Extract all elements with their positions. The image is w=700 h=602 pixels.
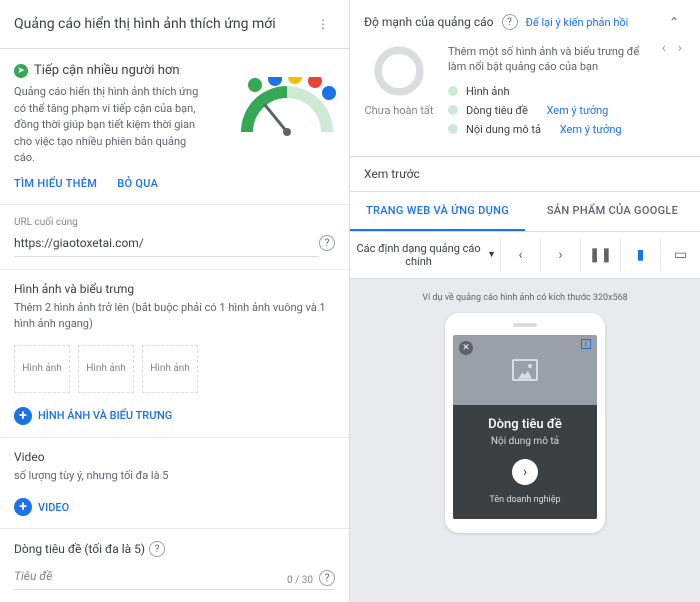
collapse-icon[interactable]: ⌃ — [662, 10, 686, 34]
skip-link[interactable]: BỎ QUA — [117, 177, 158, 190]
ad-close-icon: ✕ — [459, 341, 473, 355]
check-headline: Dòng tiêu đề — [466, 104, 528, 117]
add-video-button[interactable]: + VIDEO — [14, 498, 335, 516]
prev-hint-icon[interactable]: ‹ — [658, 40, 670, 56]
plus-icon: + — [14, 498, 32, 516]
final-url-input[interactable] — [14, 230, 319, 257]
help-icon[interactable]: ? — [319, 570, 335, 586]
caret-down-icon: ▼ — [487, 249, 496, 260]
check-dot-icon — [448, 105, 458, 115]
video-subtitle: số lượng tùy ý, nhưng tối đa là 5 — [14, 468, 335, 485]
ad-description: Nội dung mô tả — [459, 436, 591, 447]
check-images: Hình ảnh — [466, 85, 510, 98]
ad-preview: ✕ i Dòng tiêu đề Nội dung mô tả › Tên do… — [453, 335, 597, 519]
add-images-button[interactable]: + HÌNH ẢNH VÀ BIỂU TRƯNG — [14, 407, 335, 425]
idea-link[interactable]: Xem ý tưởng — [560, 123, 622, 136]
strength-ring-icon — [372, 44, 426, 98]
ad-info-icon: i — [581, 339, 591, 349]
pause-icon[interactable]: ❚❚ — [580, 237, 620, 273]
prev-preview-icon[interactable]: ‹ — [500, 237, 540, 273]
headline-title: Dòng tiêu đề (tối đa là 5) — [14, 542, 145, 556]
more-vert-icon[interactable]: ⋮ — [311, 12, 335, 36]
phone-mockup: ✕ i Dòng tiêu đề Nội dung mô tả › Tên do… — [445, 313, 605, 533]
strength-status: Chưa hoàn tất — [364, 104, 433, 117]
check-dot-icon — [448, 124, 458, 134]
help-icon[interactable]: ? — [319, 235, 335, 251]
images-title: Hình ảnh và biểu trưng — [14, 282, 335, 296]
idea-link[interactable]: Xem ý tưởng — [547, 104, 609, 117]
feedback-link[interactable]: Để lại ý kiến phản hồi — [526, 16, 629, 29]
desktop-icon[interactable]: ▭ — [660, 237, 700, 273]
images-subtitle: Thêm 2 hình ảnh trở lên (bắt buộc phải c… — [14, 300, 335, 333]
next-preview-icon[interactable]: › — [540, 237, 580, 273]
ad-headline: Dòng tiêu đề — [459, 417, 591, 432]
image-slot[interactable]: Hình ảnh — [78, 345, 134, 393]
learn-more-link[interactable]: TÌM HIỂU THÊM — [14, 177, 97, 190]
check-dot-icon — [448, 86, 458, 96]
image-placeholder-icon — [512, 359, 538, 381]
reach-title: Tiếp cận nhiều người hơn — [34, 63, 180, 78]
ad-business: Tên doanh nghiệp — [459, 495, 591, 505]
image-slot[interactable]: Hình ảnh — [14, 345, 70, 393]
preview-caption: Ví dụ về quảng cáo hình ảnh có kích thướ… — [422, 293, 628, 303]
check-desc: Nội dung mô tả — [466, 123, 541, 136]
strength-hint: Thêm một số hình ảnh và biểu trưng để là… — [448, 44, 686, 75]
format-dropdown[interactable]: Các định dạng quảng cáo chính▼ — [350, 232, 500, 278]
help-icon[interactable]: ? — [502, 14, 518, 30]
megaphone-icon: ➤ — [14, 64, 28, 78]
gauge-icon — [237, 77, 337, 137]
image-slot[interactable]: Hình ảnh — [142, 345, 198, 393]
reach-description: Quảng cáo hiển thị hình ảnh thích ứng có… — [14, 84, 204, 167]
preview-title: Xem trước — [350, 157, 700, 192]
char-counter: 0 / 30 — [287, 575, 313, 586]
tab-web-apps[interactable]: TRANG WEB VÀ ỨNG DỤNG — [350, 192, 525, 231]
ad-strength-label: Độ mạnh của quảng cáo — [364, 15, 494, 29]
tab-google-products[interactable]: SẢN PHẨM CỦA GOOGLE — [525, 192, 700, 231]
help-icon[interactable]: ? — [149, 541, 165, 557]
panel-title: Quảng cáo hiển thị hình ảnh thích ứng mớ… — [14, 16, 311, 32]
mobile-icon[interactable]: ▮ — [620, 237, 660, 273]
video-title: Video — [14, 450, 335, 464]
next-hint-icon[interactable]: › — [674, 40, 686, 56]
phone-speaker-icon — [513, 323, 537, 327]
plus-icon: + — [14, 407, 32, 425]
ad-cta-icon: › — [512, 459, 538, 485]
final-url-label: URL cuối cùng — [14, 217, 78, 228]
